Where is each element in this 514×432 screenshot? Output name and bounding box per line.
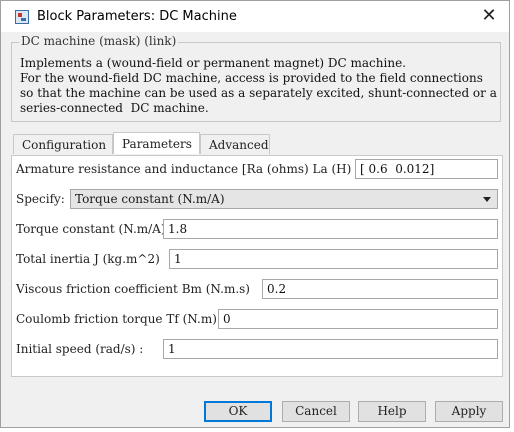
armature-field[interactable] [355, 159, 498, 179]
specify-dropdown[interactable]: Torque constant (N.m/A) [70, 189, 498, 209]
apply-button[interactable]: Apply [435, 401, 503, 422]
torque-constant-field[interactable] [163, 219, 498, 239]
viscous-friction-field[interactable] [262, 279, 498, 299]
chevron-down-icon [483, 197, 491, 202]
title-bar: Block Parameters: DC Machine ✕ [1, 1, 509, 32]
specify-label: Specify: [16, 192, 65, 206]
inertia-label: Total inertia J (kg.m^2) [16, 252, 160, 266]
tab-configuration[interactable]: Configuration [13, 134, 113, 154]
block-parameters-dialog: Block Parameters: DC Machine ✕ DC machin… [0, 0, 510, 428]
simulink-block-icon [15, 10, 29, 24]
initial-speed-label: Initial speed (rad/s) : [16, 342, 144, 356]
mask-description: Implements a (wound-field or permanent m… [20, 56, 497, 115]
cancel-button[interactable]: Cancel [282, 401, 350, 422]
tab-advanced[interactable]: Advanced [200, 134, 270, 154]
viscous-friction-label: Viscous friction coefficient Bm (N.m.s) [16, 282, 250, 296]
close-icon[interactable]: ✕ [477, 4, 501, 28]
tab-parameters[interactable]: Parameters [113, 132, 200, 154]
initial-speed-field[interactable] [163, 339, 498, 359]
coulomb-friction-label: Coulomb friction torque Tf (N.m) [16, 312, 217, 326]
mask-legend: DC machine (mask) (link) [19, 34, 179, 48]
window-title: Block Parameters: DC Machine [37, 9, 237, 24]
armature-label: Armature resistance and inductance [Ra (… [16, 162, 360, 176]
inertia-field[interactable] [169, 249, 498, 269]
coulomb-friction-field[interactable] [218, 309, 498, 329]
ok-button[interactable]: OK [204, 401, 272, 422]
specify-value: Torque constant (N.m/A) [75, 192, 225, 206]
help-button[interactable]: Help [358, 401, 426, 422]
torque-constant-label: Torque constant (N.m/A) [16, 222, 166, 236]
